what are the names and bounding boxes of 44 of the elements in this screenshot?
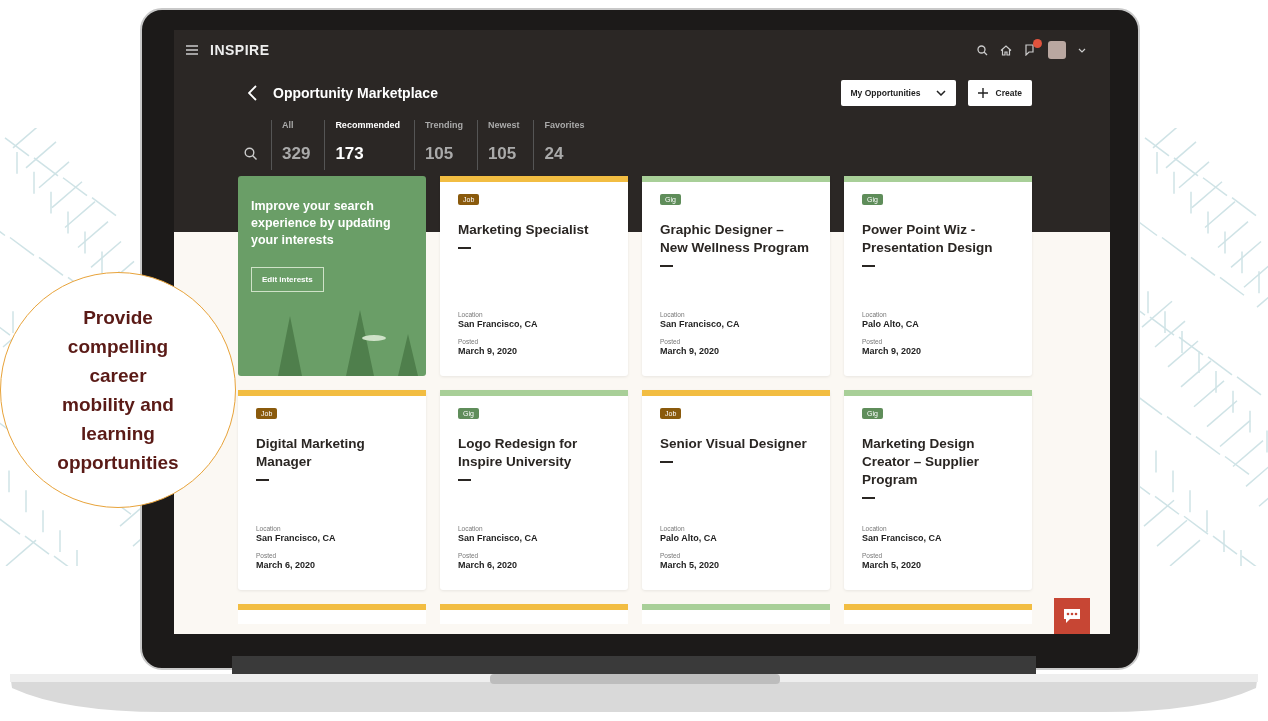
location-value: San Francisco, CA xyxy=(862,533,942,543)
home-icon[interactable] xyxy=(1000,44,1012,56)
menu-icon[interactable] xyxy=(186,45,198,55)
location-value: Palo Alto, CA xyxy=(862,319,920,329)
back-icon[interactable] xyxy=(248,85,257,101)
filter-tab[interactable]: Trending 105 xyxy=(413,120,477,170)
chat-icon xyxy=(1062,608,1082,624)
search-icon[interactable] xyxy=(244,146,257,160)
opportunity-title: Graphic Designer – New Wellness Program xyxy=(660,221,811,257)
chevron-down-icon xyxy=(935,90,946,96)
plus-icon xyxy=(977,88,988,98)
notification-icon[interactable] xyxy=(1024,44,1036,56)
posted-date: March 5, 2020 xyxy=(660,560,720,570)
location-value: Palo Alto, CA xyxy=(660,533,718,543)
callout-text: Provide compelling career mobility and learning opportunities xyxy=(56,306,180,475)
chat-button[interactable] xyxy=(1054,598,1090,634)
filter-tab[interactable]: Recommended 173 xyxy=(324,120,414,170)
notification-badge xyxy=(1033,39,1042,48)
opportunity-title: Logo Redesign for Inspire University xyxy=(458,435,579,471)
promo-text: Improve your search experience by updating your interests xyxy=(251,198,392,249)
search-icon[interactable] xyxy=(977,44,988,56)
opportunities-dropdown[interactable]: My Opportunities xyxy=(840,80,956,106)
location-value: San Francisco, CA xyxy=(256,533,336,543)
opportunity-title: Marketing Design Creator – Supplier Program xyxy=(862,435,981,489)
location-value: San Francisco, CA xyxy=(458,319,538,329)
app-logo[interactable]: INSPIRE xyxy=(210,42,270,58)
opportunity-title: Marketing Specialist xyxy=(458,221,589,239)
posted-date: March 9, 2020 xyxy=(862,346,922,356)
chevron-down-icon[interactable] xyxy=(1078,47,1086,53)
page-title: Opportunity Marketplace xyxy=(273,85,438,101)
filter-tab[interactable]: Newest 105 xyxy=(476,120,534,170)
location-value: San Francisco, CA xyxy=(458,533,538,543)
create-button[interactable]: Create xyxy=(967,80,1032,106)
posted-date: March 6, 2020 xyxy=(256,560,317,570)
posted-date: March 9, 2020 xyxy=(458,346,519,356)
filter-tab[interactable]: Favorites 24 xyxy=(533,120,599,170)
opportunity-title: Digital Marketing Manager xyxy=(256,435,366,471)
opportunity-title: Power Point Wiz - Presentation Design xyxy=(862,221,994,257)
location-value: San Francisco, CA xyxy=(660,319,740,329)
opportunity-title: Senior Visual Designer xyxy=(660,435,807,453)
posted-date: March 6, 2020 xyxy=(458,560,519,570)
posted-date: March 5, 2020 xyxy=(862,560,923,570)
posted-date: March 9, 2020 xyxy=(660,346,721,356)
filter-tab[interactable]: All 329 xyxy=(271,120,325,170)
